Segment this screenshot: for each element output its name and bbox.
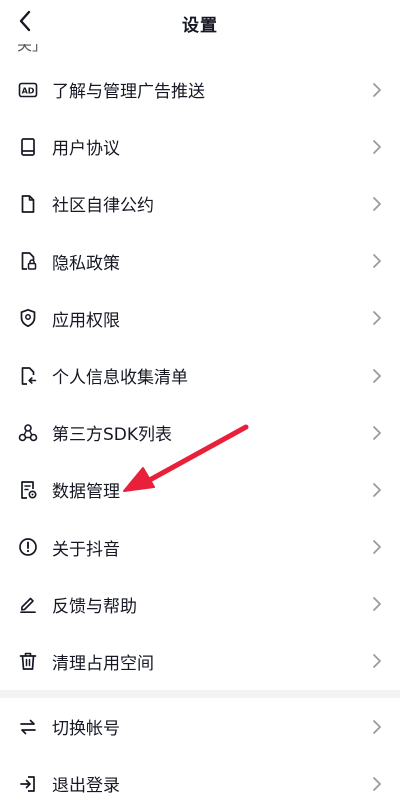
menu-item-community-guidelines[interactable]: 社区自律公约	[0, 175, 400, 232]
logout-icon	[18, 774, 38, 794]
menu-item-label: 个人信息收集清单	[52, 368, 188, 389]
info-circle-icon	[18, 537, 38, 557]
section-divider	[0, 690, 400, 699]
menu-item-clear-storage[interactable]: 清理占用空间	[0, 633, 400, 690]
chevron-right-icon	[373, 719, 381, 734]
privacy-lock-icon	[18, 251, 38, 271]
menu-item-label: 清理占用空间	[52, 653, 154, 674]
menu-item-label: 关于抖音	[52, 539, 120, 560]
chevron-right-icon	[373, 425, 381, 440]
menu-item-third-party-sdk[interactable]: 第三方SDK列表	[0, 404, 400, 461]
switch-arrows-icon	[18, 717, 38, 737]
page-title: 设置	[182, 16, 218, 36]
menu-item-label: 反馈与帮助	[52, 596, 137, 617]
menu-item-feedback-help[interactable]: 反馈与帮助	[0, 576, 400, 633]
menu-item-app-permissions[interactable]: 应用权限	[0, 290, 400, 347]
chevron-right-icon	[373, 254, 381, 269]
menu-item-switch-account[interactable]: 切换帐号	[0, 698, 400, 755]
menu-item-label: 社区自律公约	[52, 196, 154, 217]
svg-text:AD: AD	[22, 86, 35, 95]
chevron-right-icon	[373, 597, 381, 612]
document-icon	[18, 194, 38, 214]
chevron-right-icon	[373, 540, 381, 554]
chevron-right-icon	[373, 82, 381, 97]
menu-item-privacy-policy[interactable]: 隐私政策	[0, 233, 400, 290]
menu-item-label: 第三方SDK列表	[52, 425, 173, 446]
settings-list: AD 了解与管理广告推送 用户协议 社区自律公约 隐私政策 应用权限 个人信息收…	[0, 61, 400, 812]
ad-icon: AD	[18, 80, 38, 100]
data-manage-icon	[18, 480, 38, 500]
trash-icon	[18, 651, 38, 671]
sdk-nodes-icon	[18, 423, 38, 443]
menu-item-label: 数据管理	[52, 482, 120, 503]
menu-item-label: 用户协议	[52, 139, 120, 160]
chevron-right-icon	[373, 311, 381, 326]
book-icon	[18, 137, 38, 157]
menu-item-label: 了解与管理广告推送	[52, 82, 205, 103]
chevron-right-icon	[373, 368, 381, 383]
header-bar: 设置	[0, 0, 400, 44]
menu-item-about[interactable]: 关于抖音	[0, 519, 400, 576]
menu-item-personal-info-list[interactable]: 个人信息收集清单	[0, 347, 400, 404]
chevron-right-icon	[373, 483, 381, 497]
chevron-right-icon	[373, 776, 381, 791]
chevron-right-icon	[373, 654, 381, 669]
chevron-right-icon	[373, 139, 381, 154]
file-arrow-icon	[18, 366, 38, 386]
menu-item-user-agreement[interactable]: 用户协议	[0, 118, 400, 175]
menu-item-label: 应用权限	[52, 310, 120, 331]
menu-item-data-management[interactable]: 数据管理	[0, 461, 400, 518]
pencil-icon	[18, 594, 38, 614]
menu-item-label: 切换帐号	[52, 719, 120, 740]
shield-icon	[18, 308, 38, 328]
menu-item-label: 退出登录	[52, 776, 120, 797]
menu-item-logout[interactable]: 退出登录	[0, 755, 400, 812]
menu-item-ads[interactable]: AD 了解与管理广告推送	[0, 61, 400, 118]
chevron-right-icon	[373, 197, 381, 211]
menu-item-label: 隐私政策	[52, 253, 120, 274]
